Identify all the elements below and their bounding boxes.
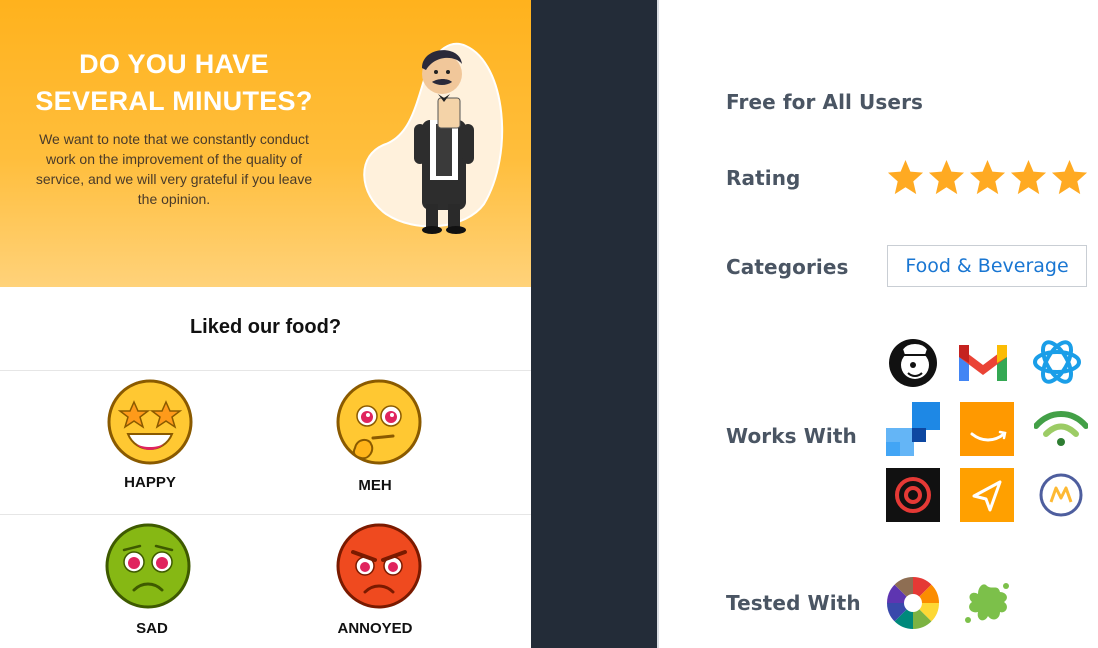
thinking-emoji-icon[interactable] bbox=[335, 378, 423, 466]
send-arrow-icon[interactable] bbox=[960, 468, 1014, 522]
divider bbox=[0, 370, 531, 371]
hero-text: We want to note that we constantly condu… bbox=[35, 131, 313, 207]
star-icon bbox=[887, 159, 924, 195]
reaction-label: HAPPY bbox=[124, 474, 176, 491]
hero-title-line2: SEVERAL MINUTES? bbox=[35, 86, 313, 116]
category-chip[interactable]: Food & Beverage bbox=[887, 245, 1087, 287]
star-icon bbox=[1010, 159, 1047, 195]
email-preview: DO YOU HAVE SEVERAL MINUTES? We want to … bbox=[0, 0, 531, 648]
splat-icon[interactable] bbox=[960, 576, 1014, 630]
waiter-illustration bbox=[363, 42, 504, 234]
rating-label: Rating bbox=[726, 166, 801, 190]
panel-divider bbox=[657, 0, 659, 648]
divider bbox=[0, 514, 531, 515]
categories-label: Categories bbox=[726, 255, 849, 279]
mail-at-icon[interactable] bbox=[886, 468, 940, 522]
star-icon bbox=[928, 159, 965, 195]
reaction-label: ANNOYED bbox=[337, 620, 413, 637]
wifi-app-icon[interactable] bbox=[1034, 402, 1088, 456]
question-title: Liked our food? bbox=[189, 316, 342, 338]
gmail-icon[interactable] bbox=[956, 335, 1010, 389]
reaction-label: MEH bbox=[358, 477, 392, 494]
star-icon bbox=[1051, 159, 1088, 195]
rating-stars bbox=[886, 158, 1089, 197]
mailchimp-icon[interactable] bbox=[886, 335, 940, 389]
tested-with-label: Tested With bbox=[726, 591, 861, 615]
hero-title-line1: DO YOU HAVE bbox=[79, 49, 269, 79]
mautic-icon[interactable] bbox=[1034, 468, 1088, 522]
free-label: Free for All Users bbox=[726, 90, 924, 114]
star-icon bbox=[969, 159, 1006, 195]
hero-banner: DO YOU HAVE SEVERAL MINUTES? We want to … bbox=[0, 0, 531, 287]
hero-title: DO YOU HAVE SEVERAL MINUTES? bbox=[20, 46, 328, 120]
works-with-label: Works With bbox=[726, 424, 857, 448]
dark-gutter bbox=[531, 0, 657, 648]
amazon-ses-icon[interactable] bbox=[960, 402, 1014, 456]
sendinblue-icon[interactable] bbox=[1030, 335, 1084, 389]
color-wheel-icon[interactable] bbox=[886, 576, 940, 630]
star-eyes-emoji-icon[interactable] bbox=[106, 378, 194, 466]
stripo-blue-blocks-icon[interactable] bbox=[886, 402, 940, 456]
angry-emoji-icon[interactable] bbox=[335, 522, 423, 610]
sick-emoji-icon[interactable] bbox=[104, 522, 192, 610]
reaction-label: SAD bbox=[136, 620, 168, 637]
